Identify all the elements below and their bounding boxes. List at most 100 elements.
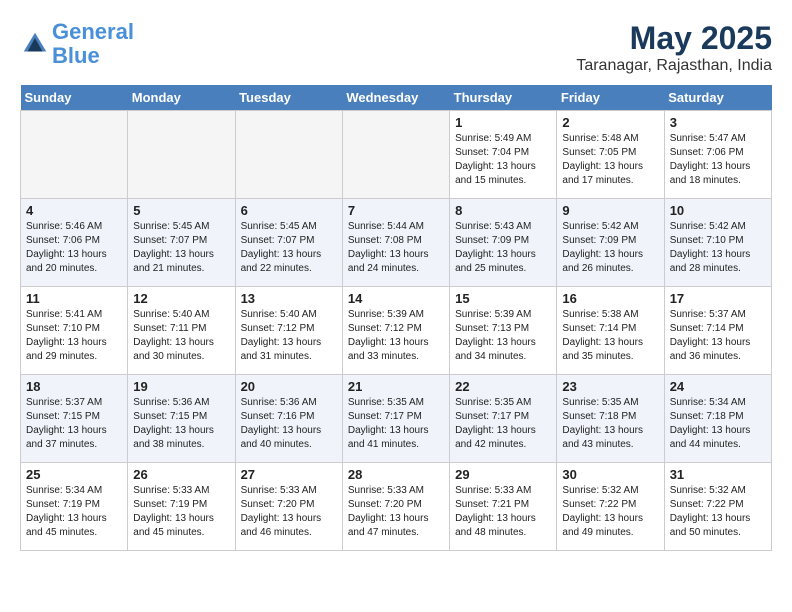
day-detail: Sunrise: 5:45 AM Sunset: 7:07 PM Dayligh… xyxy=(241,220,337,276)
title-block: May 2025 Taranagar, Rajasthan, India xyxy=(576,20,772,75)
calendar-day-cell: 30 Sunrise: 5:32 AM Sunset: 7:22 PM Dayli… xyxy=(557,463,664,551)
weekday-header-monday: Monday xyxy=(128,85,235,111)
day-detail: Sunrise: 5:32 AM Sunset: 7:22 PM Dayligh… xyxy=(670,484,766,540)
calendar-day-cell: 17Sunrise: 5:37 AM Sunset: 7:14 PM Dayli… xyxy=(664,287,771,375)
day-detail: Sunrise: 5:38 AM Sunset: 7:14 PM Dayligh… xyxy=(562,308,658,364)
calendar-day-cell: 7 Sunrise: 5:44 AM Sunset: 7:08 PM Daylig… xyxy=(342,199,449,287)
calendar-day-cell: 2 Sunrise: 5:48 AM Sunset: 7:05 PM Daylig… xyxy=(557,111,664,199)
calendar-week-row: 4 Sunrise: 5:46 AM Sunset: 7:06 PM Daylig… xyxy=(21,199,772,287)
day-detail: Sunrise: 5:35 AM Sunset: 7:17 PM Dayligh… xyxy=(455,396,551,452)
day-number: 25 xyxy=(26,467,122,482)
weekday-header-row: SundayMondayTuesdayWednesdayThursdayFrid… xyxy=(21,85,772,111)
calendar-day-cell: 5Sunrise: 5:45 AM Sunset: 7:07 PM Daylig… xyxy=(128,199,235,287)
logo-icon xyxy=(20,29,50,59)
day-detail: Sunrise: 5:35 AM Sunset: 7:18 PM Dayligh… xyxy=(562,396,658,452)
day-detail: Sunrise: 5:36 AM Sunset: 7:15 PM Dayligh… xyxy=(133,396,229,452)
calendar-day-cell: 8Sunrise: 5:43 AM Sunset: 7:09 PM Daylig… xyxy=(450,199,557,287)
day-number: 28 xyxy=(348,467,444,482)
day-detail: Sunrise: 5:47 AM Sunset: 7:06 PM Dayligh… xyxy=(670,132,766,188)
weekday-header-thursday: Thursday xyxy=(450,85,557,111)
calendar-day-cell: 28Sunrise: 5:33 AM Sunset: 7:20 PM Dayli… xyxy=(342,463,449,551)
day-detail: Sunrise: 5:42 AM Sunset: 7:10 PM Dayligh… xyxy=(670,220,766,276)
day-number: 10 xyxy=(670,203,766,218)
day-number: 26 xyxy=(133,467,229,482)
day-number: 6 xyxy=(241,203,337,218)
day-number: 31 xyxy=(670,467,766,482)
weekday-header-saturday: Saturday xyxy=(664,85,771,111)
logo-text: General Blue xyxy=(52,20,134,68)
logo: General Blue xyxy=(20,20,134,68)
calendar-day-cell: 11 Sunrise: 5:41 AM Sunset: 7:10 PM Dayli… xyxy=(21,287,128,375)
day-number: 11 xyxy=(26,291,122,306)
calendar-empty-cell xyxy=(128,111,235,199)
location: Taranagar, Rajasthan, India xyxy=(576,57,772,75)
day-detail: Sunrise: 5:32 AM Sunset: 7:22 PM Dayligh… xyxy=(562,484,658,540)
day-detail: Sunrise: 5:40 AM Sunset: 7:11 PM Dayligh… xyxy=(133,308,229,364)
day-detail: Sunrise: 5:40 AM Sunset: 7:12 PM Dayligh… xyxy=(241,308,337,364)
calendar-empty-cell xyxy=(235,111,342,199)
calendar-week-row: 1 Sunrise: 5:49 AM Sunset: 7:04 PM Daylig… xyxy=(21,111,772,199)
day-number: 2 xyxy=(562,115,658,130)
day-detail: Sunrise: 5:33 AM Sunset: 7:21 PM Dayligh… xyxy=(455,484,551,540)
calendar-day-cell: 12 Sunrise: 5:40 AM Sunset: 7:11 PM Dayli… xyxy=(128,287,235,375)
day-detail: Sunrise: 5:43 AM Sunset: 7:09 PM Dayligh… xyxy=(455,220,551,276)
day-detail: Sunrise: 5:45 AM Sunset: 7:07 PM Dayligh… xyxy=(133,220,229,276)
day-detail: Sunrise: 5:49 AM Sunset: 7:04 PM Dayligh… xyxy=(455,132,551,188)
calendar-day-cell: 21 Sunrise: 5:35 AM Sunset: 7:17 PM Dayli… xyxy=(342,375,449,463)
calendar-empty-cell xyxy=(21,111,128,199)
day-number: 16 xyxy=(562,291,658,306)
day-number: 21 xyxy=(348,379,444,394)
day-detail: Sunrise: 5:41 AM Sunset: 7:10 PM Dayligh… xyxy=(26,308,122,364)
weekday-header-tuesday: Tuesday xyxy=(235,85,342,111)
calendar-week-row: 18Sunrise: 5:37 AM Sunset: 7:15 PM Dayli… xyxy=(21,375,772,463)
calendar-day-cell: 24 Sunrise: 5:34 AM Sunset: 7:18 PM Dayli… xyxy=(664,375,771,463)
calendar-day-cell: 15Sunrise: 5:39 AM Sunset: 7:13 PM Dayli… xyxy=(450,287,557,375)
day-detail: Sunrise: 5:39 AM Sunset: 7:13 PM Dayligh… xyxy=(455,308,551,364)
calendar-day-cell: 23 Sunrise: 5:35 AM Sunset: 7:18 PM Dayli… xyxy=(557,375,664,463)
day-number: 30 xyxy=(562,467,658,482)
day-detail: Sunrise: 5:34 AM Sunset: 7:18 PM Dayligh… xyxy=(670,396,766,452)
day-detail: Sunrise: 5:33 AM Sunset: 7:20 PM Dayligh… xyxy=(241,484,337,540)
day-detail: Sunrise: 5:34 AM Sunset: 7:19 PM Dayligh… xyxy=(26,484,122,540)
day-number: 27 xyxy=(241,467,337,482)
day-number: 9 xyxy=(562,203,658,218)
calendar-day-cell: 10 Sunrise: 5:42 AM Sunset: 7:10 PM Dayli… xyxy=(664,199,771,287)
day-detail: Sunrise: 5:48 AM Sunset: 7:05 PM Dayligh… xyxy=(562,132,658,188)
calendar-day-cell: 16 Sunrise: 5:38 AM Sunset: 7:14 PM Dayli… xyxy=(557,287,664,375)
day-number: 3 xyxy=(670,115,766,130)
calendar-day-cell: 25 Sunrise: 5:34 AM Sunset: 7:19 PM Dayli… xyxy=(21,463,128,551)
day-detail: Sunrise: 5:44 AM Sunset: 7:08 PM Dayligh… xyxy=(348,220,444,276)
day-detail: Sunrise: 5:37 AM Sunset: 7:14 PM Dayligh… xyxy=(670,308,766,364)
calendar-day-cell: 9Sunrise: 5:42 AM Sunset: 7:09 PM Daylig… xyxy=(557,199,664,287)
day-number: 12 xyxy=(133,291,229,306)
day-number: 14 xyxy=(348,291,444,306)
day-number: 20 xyxy=(241,379,337,394)
day-number: 4 xyxy=(26,203,122,218)
day-detail: Sunrise: 5:39 AM Sunset: 7:12 PM Dayligh… xyxy=(348,308,444,364)
day-number: 1 xyxy=(455,115,551,130)
calendar-day-cell: 31 Sunrise: 5:32 AM Sunset: 7:22 PM Dayli… xyxy=(664,463,771,551)
month-title: May 2025 xyxy=(576,20,772,57)
day-number: 22 xyxy=(455,379,551,394)
day-number: 7 xyxy=(348,203,444,218)
weekday-header-sunday: Sunday xyxy=(21,85,128,111)
calendar-day-cell: 14 Sunrise: 5:39 AM Sunset: 7:12 PM Dayli… xyxy=(342,287,449,375)
calendar-day-cell: 6 Sunrise: 5:45 AM Sunset: 7:07 PM Daylig… xyxy=(235,199,342,287)
calendar-day-cell: 20Sunrise: 5:36 AM Sunset: 7:16 PM Dayli… xyxy=(235,375,342,463)
day-detail: Sunrise: 5:46 AM Sunset: 7:06 PM Dayligh… xyxy=(26,220,122,276)
day-number: 23 xyxy=(562,379,658,394)
calendar-day-cell: 29Sunrise: 5:33 AM Sunset: 7:21 PM Dayli… xyxy=(450,463,557,551)
weekday-header-friday: Friday xyxy=(557,85,664,111)
calendar-day-cell: 4 Sunrise: 5:46 AM Sunset: 7:06 PM Daylig… xyxy=(21,199,128,287)
calendar-day-cell: 27 Sunrise: 5:33 AM Sunset: 7:20 PM Dayli… xyxy=(235,463,342,551)
calendar-week-row: 25 Sunrise: 5:34 AM Sunset: 7:19 PM Dayli… xyxy=(21,463,772,551)
calendar-table: SundayMondayTuesdayWednesdayThursdayFrid… xyxy=(20,85,772,551)
weekday-header-wednesday: Wednesday xyxy=(342,85,449,111)
day-detail: Sunrise: 5:35 AM Sunset: 7:17 PM Dayligh… xyxy=(348,396,444,452)
day-number: 19 xyxy=(133,379,229,394)
day-number: 24 xyxy=(670,379,766,394)
calendar-day-cell: 1 Sunrise: 5:49 AM Sunset: 7:04 PM Daylig… xyxy=(450,111,557,199)
calendar-empty-cell xyxy=(342,111,449,199)
day-number: 18 xyxy=(26,379,122,394)
calendar-day-cell: 18Sunrise: 5:37 AM Sunset: 7:15 PM Dayli… xyxy=(21,375,128,463)
